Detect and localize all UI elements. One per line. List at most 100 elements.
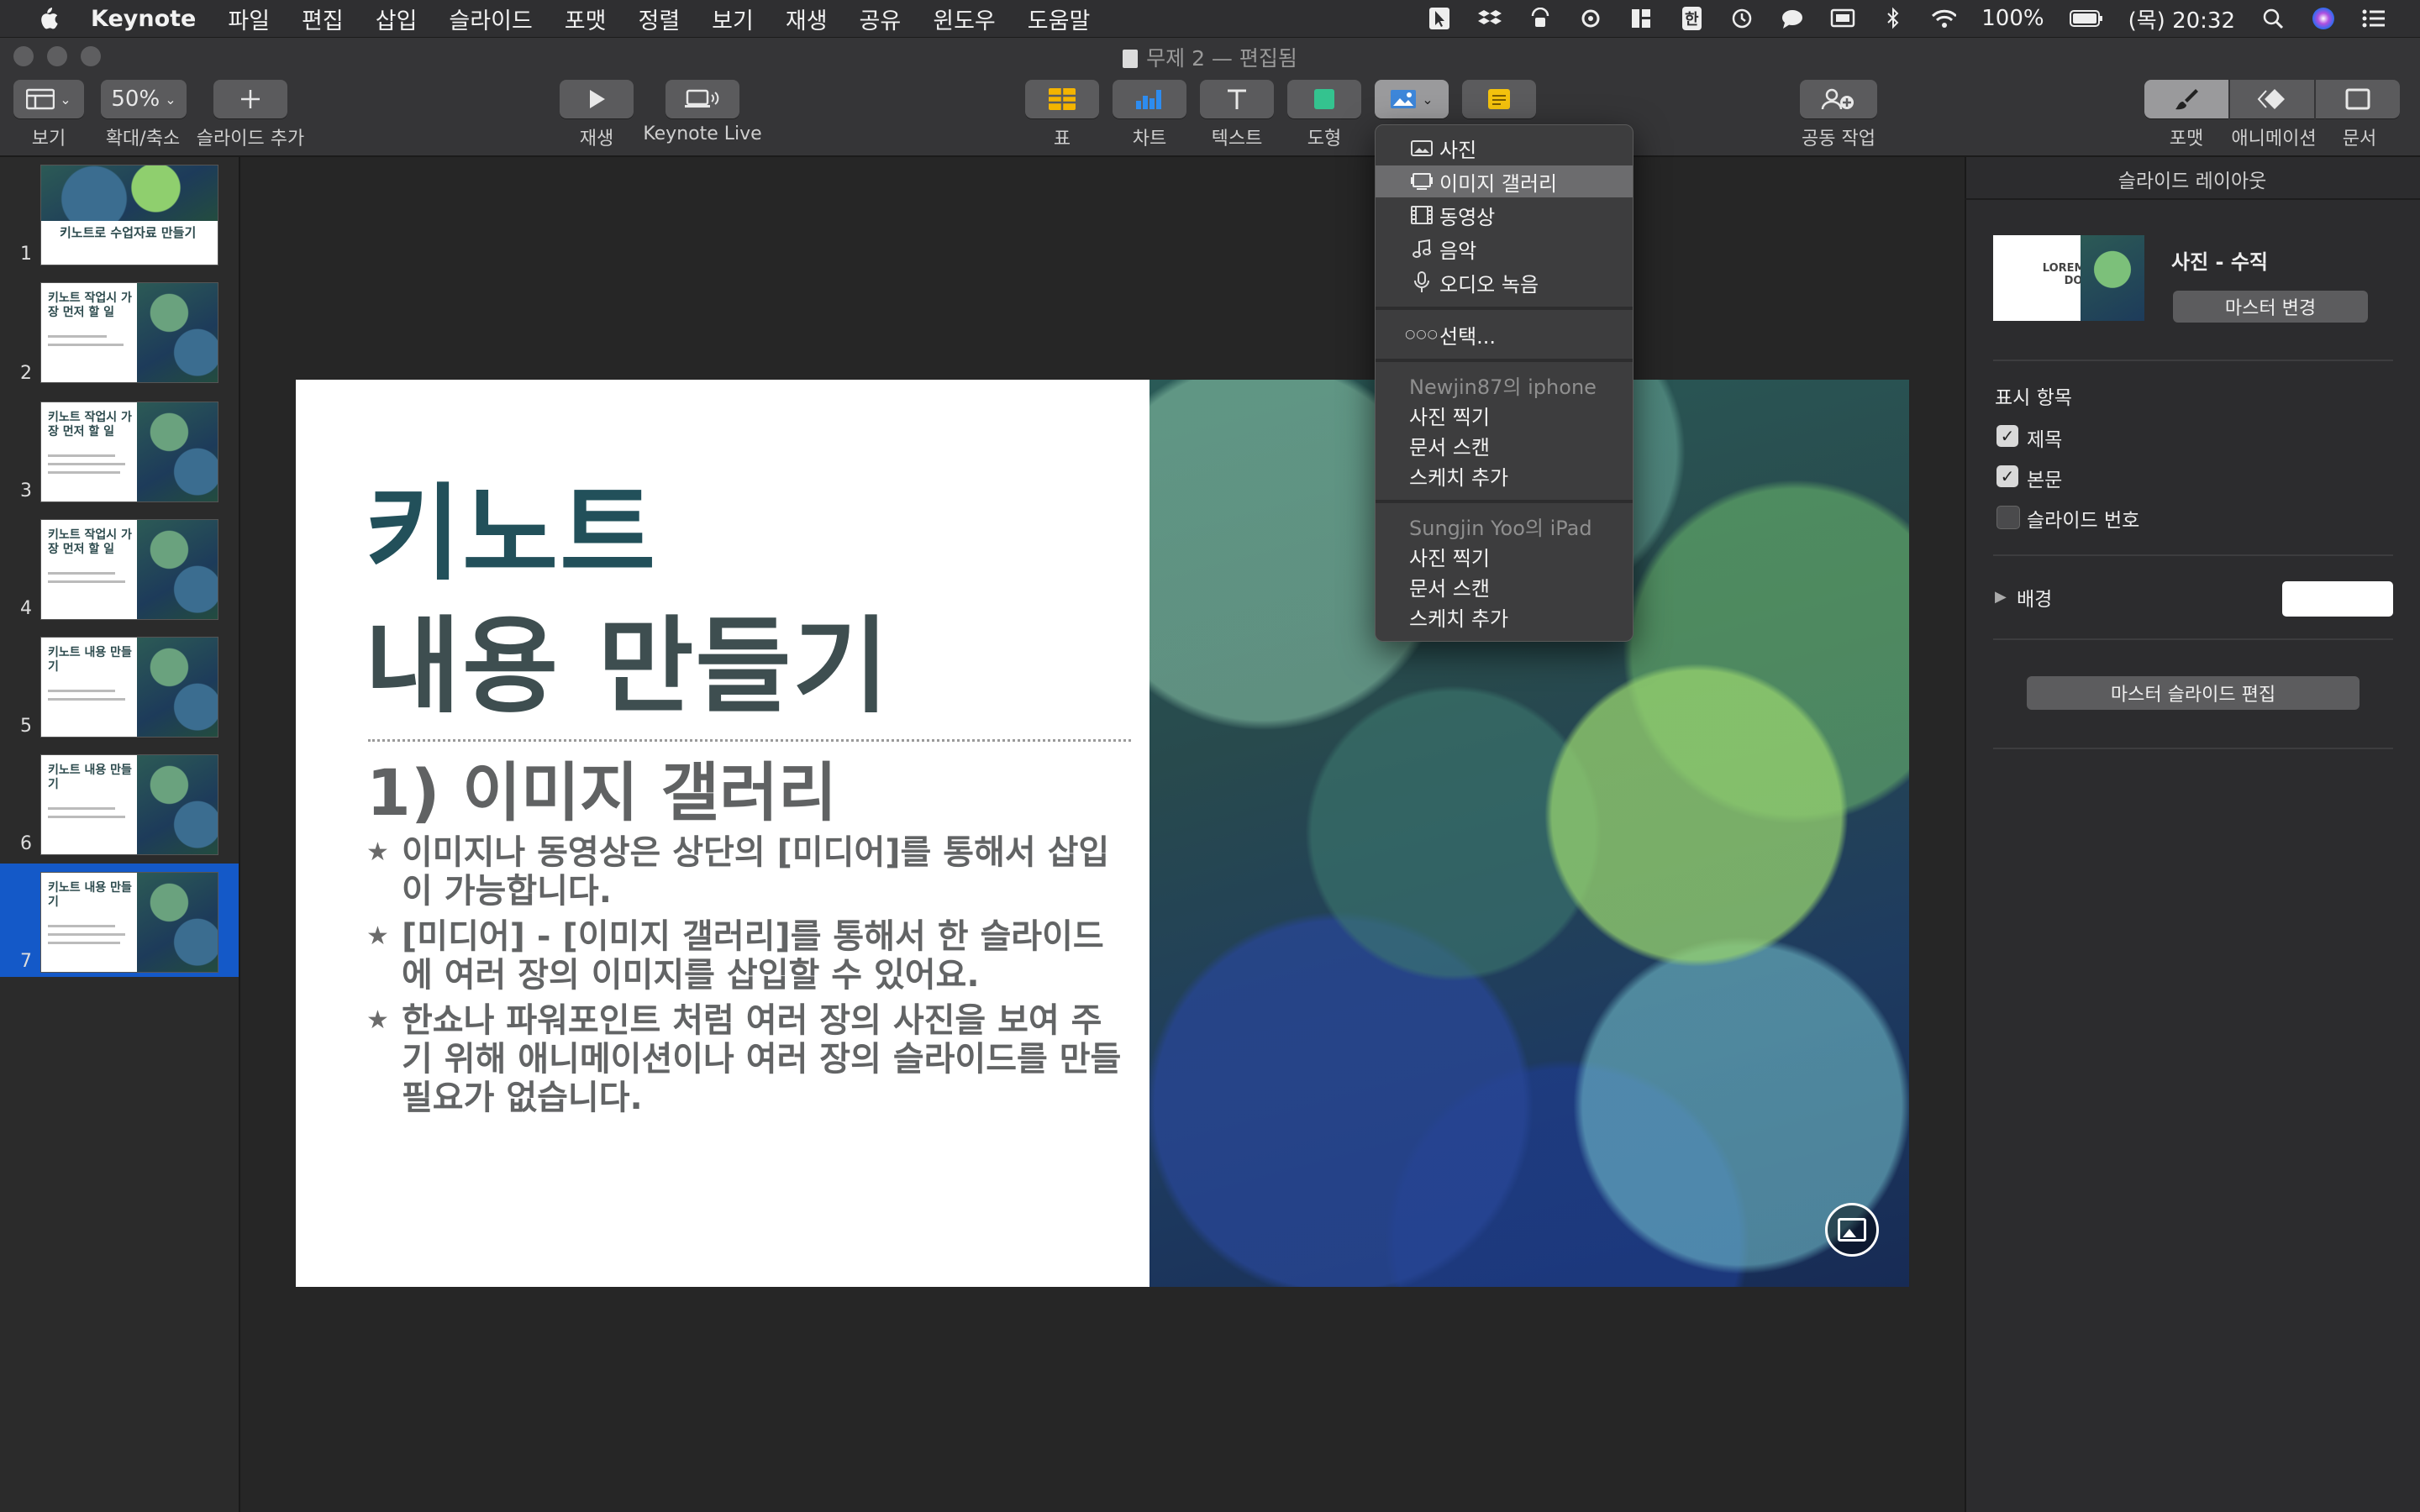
messages-icon[interactable] xyxy=(1780,6,1805,31)
slide-title-line1[interactable]: 키노트 xyxy=(365,449,657,600)
app-menu[interactable]: Keynote xyxy=(91,6,196,32)
document-button[interactable] xyxy=(2316,80,2400,118)
slide-thumbnail-4[interactable]: 키노트 작업시 가장 먼저 할 일 xyxy=(40,519,218,620)
menu-slide[interactable]: 슬라이드 xyxy=(449,3,532,35)
cursor-icon[interactable] xyxy=(1427,6,1452,31)
menu-separator xyxy=(1376,359,1633,362)
menu-item-label: 오디오 녹음 xyxy=(1439,272,1539,297)
animate-button[interactable] xyxy=(2230,80,2314,118)
siri-icon[interactable] xyxy=(2311,6,2336,31)
layout-thumbnail[interactable]: LOREM IPSUM DOLOR xyxy=(1993,235,2144,321)
slide-thumbnail-2[interactable]: 키노트 작업시 가장 먼저 할 일 xyxy=(40,282,218,383)
chart-label: 차트 xyxy=(1132,129,1167,150)
thumbnail-title: 키노트 작업시 가장 먼저 할 일 xyxy=(48,291,132,319)
menu-view[interactable]: 보기 xyxy=(712,3,754,35)
menu-item-record-audio[interactable]: 오디오 녹음 xyxy=(1376,266,1633,298)
menu-play[interactable]: 재생 xyxy=(786,3,828,35)
menu-item-movie[interactable]: 동영상 xyxy=(1376,199,1633,231)
slide-bullet[interactable]: ★ 한쇼나 파워포인트 처럼 여러 장의 사진을 보여 주기 위해 애니메이션이… xyxy=(366,1001,1131,1117)
change-master-button[interactable]: 마스터 변경 xyxy=(2173,291,2368,323)
iphone-add-sketch[interactable]: 스케치 추가 xyxy=(1376,459,1666,491)
slide-bullet[interactable]: ★ 이미지나 동영상은 상단의 [미디어]를 통해서 삽입이 가능합니다. xyxy=(366,833,1131,911)
shape-button[interactable] xyxy=(1287,80,1361,118)
slide-subtitle[interactable]: 1) 이미지 갤러리 xyxy=(366,741,837,833)
slide-thumbnail-5[interactable]: 키노트 내용 만들기 xyxy=(40,637,218,738)
title-checkbox[interactable]: ✓ xyxy=(1996,425,2018,447)
document-label: 문서 xyxy=(2342,129,2377,150)
text-button[interactable] xyxy=(1200,80,1274,118)
menu-arrange[interactable]: 정렬 xyxy=(638,3,680,35)
comment-button[interactable] xyxy=(1462,80,1536,118)
slide-number-checkbox-label: 슬라이드 번호 xyxy=(2027,510,2140,532)
menu-help[interactable]: 도움말 xyxy=(1028,3,1091,35)
menu-item-image-gallery[interactable]: 이미지 갤러리 xyxy=(1376,165,1633,197)
add-slide-button[interactable] xyxy=(213,80,287,118)
vpn-lock-icon[interactable] xyxy=(1528,6,1553,31)
background-color-well[interactable] xyxy=(2282,581,2393,617)
slide-bullet[interactable]: ★ [미디어] - [이미지 갤러리]를 통해서 한 슬라이드에 여러 장의 이… xyxy=(366,917,1131,995)
slide-number: 5 xyxy=(20,716,32,737)
keynote-live-button[interactable] xyxy=(666,80,739,118)
menu-edit[interactable]: 편집 xyxy=(302,3,344,35)
magnet-icon[interactable] xyxy=(1628,6,1654,31)
background-label[interactable]: 배경 xyxy=(2017,583,2052,612)
table-button[interactable] xyxy=(1025,80,1099,118)
notification-center-icon[interactable] xyxy=(2361,6,2386,31)
shape-icon xyxy=(1314,89,1334,109)
wifi-icon[interactable] xyxy=(1931,6,1957,31)
collaborate-button[interactable] xyxy=(1800,80,1877,118)
apple-menu-icon[interactable] xyxy=(35,4,60,33)
chart-button[interactable] xyxy=(1113,80,1186,118)
view-button[interactable]: ⌄ xyxy=(13,80,84,118)
zoom-select[interactable]: 50% ⌄ xyxy=(101,80,187,118)
keynote-live-label: Keynote Live xyxy=(643,123,762,144)
ipad-scan-document[interactable]: 문서 스캔 xyxy=(1376,570,1666,602)
slide-title-line2[interactable]: 내용 만들기 xyxy=(365,581,891,732)
iphone-scan-document[interactable]: 문서 스캔 xyxy=(1376,429,1666,461)
disclosure-triangle-icon[interactable]: ▶ xyxy=(1995,588,2007,606)
spotlight-search-icon[interactable] xyxy=(2260,6,2286,31)
display-icon[interactable] xyxy=(1830,6,1855,31)
bluetooth-icon[interactable] xyxy=(1881,6,1906,31)
zoom-value: 50% xyxy=(111,87,160,112)
slide-thumbnail-6[interactable]: 키노트 내용 만들기 xyxy=(40,754,218,855)
star-bullet-icon: ★ xyxy=(366,921,389,951)
slide-thumbnail-1[interactable]: 키노트로 수업자료 만들기 xyxy=(40,165,218,265)
menu-file[interactable]: 파일 xyxy=(228,3,270,35)
format-button[interactable] xyxy=(2144,80,2228,118)
media-button[interactable]: ⌄ xyxy=(1375,80,1449,118)
slide-thumbnail-7[interactable]: 키노트 내용 만들기 xyxy=(40,872,218,973)
ipad-add-sketch[interactable]: 스케치 추가 xyxy=(1376,601,1666,633)
iphone-take-photo[interactable]: 사진 찍기 xyxy=(1376,399,1666,431)
gear-app-icon[interactable] xyxy=(1578,6,1603,31)
edit-master-slide-button[interactable]: 마스터 슬라이드 편집 xyxy=(2027,676,2360,710)
bullet-text: 이미지나 동영상은 상단의 [미디어]를 통해서 삽입이 가능합니다. xyxy=(402,833,1110,911)
body-checkbox-label: 본문 xyxy=(2027,470,2063,491)
current-slide[interactable]: 키노트 내용 만들기 1) 이미지 갤러리 ★ 이미지나 동영상은 상단의 [미… xyxy=(296,380,1909,1287)
menu-item-photo[interactable]: 사진 xyxy=(1376,132,1633,164)
ipad-take-photo[interactable]: 사진 찍기 xyxy=(1376,540,1666,572)
menu-item-music[interactable]: 음악 xyxy=(1376,233,1633,265)
appearance-heading: 표시 항목 xyxy=(1995,387,2072,409)
body-checkbox[interactable]: ✓ xyxy=(1996,465,2018,487)
dropbox-icon[interactable] xyxy=(1477,6,1502,31)
clock[interactable]: (목) 20:32 xyxy=(2128,3,2235,34)
add-slide-label: 슬라이드 추가 xyxy=(196,129,305,150)
chart-icon xyxy=(1136,90,1161,109)
menu-window[interactable]: 윈도우 xyxy=(933,3,996,35)
input-source-icon[interactable]: 한 xyxy=(1679,6,1704,31)
slide-number-checkbox[interactable] xyxy=(1996,506,2020,529)
input-source-label: 한 xyxy=(1681,7,1702,30)
menu-share[interactable]: 공유 xyxy=(860,3,902,35)
play-button[interactable] xyxy=(560,80,634,118)
menu-insert[interactable]: 삽입 xyxy=(376,3,418,35)
slide-thumbnail-3[interactable]: 키노트 작업시 가장 먼저 할 일 xyxy=(40,402,218,502)
bullet-text: [미디어] - [이미지 갤러리]를 통해서 한 슬라이드에 여러 장의 이미지… xyxy=(402,917,1104,995)
time-machine-icon[interactable] xyxy=(1729,6,1754,31)
menu-item-choose[interactable]: ○○○ 선택... xyxy=(1376,318,1633,350)
menu-format[interactable]: 포맷 xyxy=(565,3,607,35)
battery-icon[interactable] xyxy=(2069,6,2103,31)
inspector-title: 슬라이드 레이아웃 xyxy=(2118,171,2267,192)
replace-image-button[interactable] xyxy=(1825,1203,1879,1257)
menu-item-label: 사진 xyxy=(1439,138,1477,162)
